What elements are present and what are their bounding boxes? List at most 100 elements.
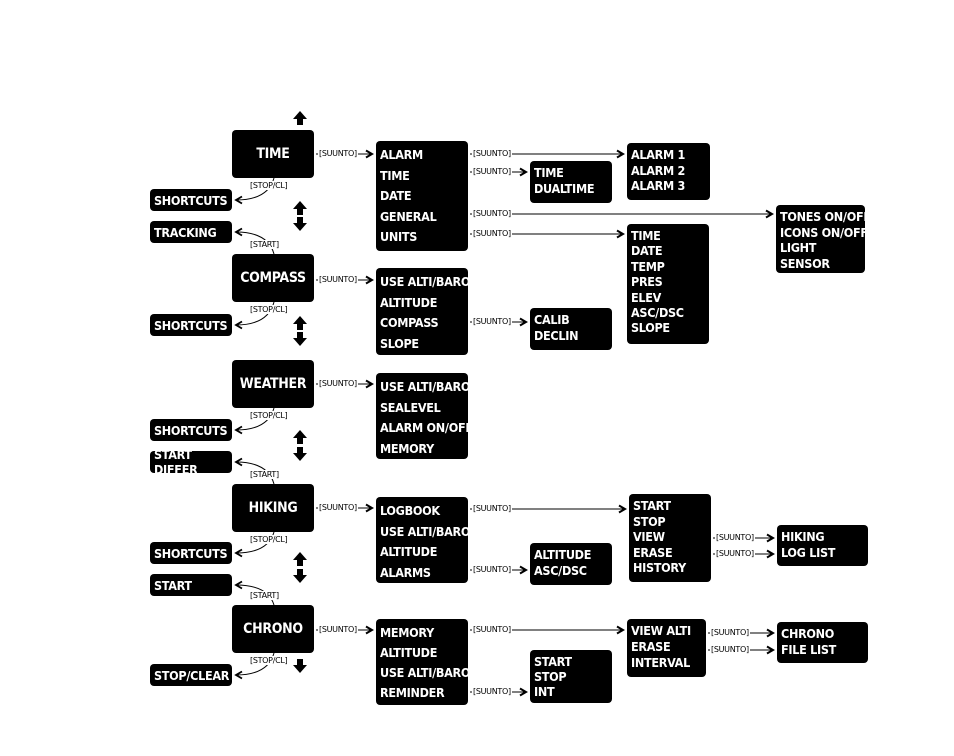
- box-item: SHORTCUTS: [154, 192, 228, 208]
- box-item: TIME: [380, 167, 410, 183]
- shortcuts-1-box: SHORTCUTS: [150, 189, 232, 211]
- compass-menu-box: USE ALTI/BARO ALTITUDE COMPASS SLOPE: [376, 268, 470, 355]
- connector-label: [STOP/CL]: [249, 181, 289, 190]
- down-arrow-icon: [293, 569, 307, 583]
- box-item: USE ALTI/BARO: [380, 523, 471, 539]
- connector-label: [SUUNTO]: [710, 645, 750, 654]
- start-differ-box: START DIFFER: [150, 447, 232, 477]
- box-item: ERASE: [631, 639, 671, 654]
- connector-label: [SUUNTO]: [472, 167, 512, 176]
- connector-label: [START]: [249, 591, 280, 600]
- connector-label: [STOP/CL]: [249, 535, 289, 544]
- box-item: START DIFFER: [154, 447, 198, 477]
- time-menu-box: ALARM TIME DATE GENERAL UNITS: [376, 141, 468, 251]
- connector-label: [SUUNTO]: [472, 317, 512, 326]
- box-item: START: [633, 498, 671, 513]
- connector-label: [SUUNTO]: [318, 503, 358, 512]
- box-item: TEMP: [631, 258, 665, 274]
- box-item: ALARM 2: [631, 162, 686, 178]
- reminder-box: START STOP INT: [530, 650, 612, 703]
- box-item: ALARM 3: [631, 178, 686, 193]
- up-arrow-icon: [293, 111, 307, 125]
- box-item: VIEW ALTI: [631, 623, 691, 638]
- box-item: GENERAL: [380, 208, 437, 224]
- shortcuts-2-box: SHORTCUTS: [150, 314, 232, 336]
- box-item: SHORTCUTS: [154, 317, 228, 333]
- box-item: ALTITUDE: [534, 547, 592, 562]
- hiking-box: HIKING: [232, 484, 314, 532]
- box-item: TRACKING: [154, 224, 217, 240]
- shortcuts-3-box: SHORTCUTS: [150, 419, 232, 441]
- start-box: START: [150, 574, 232, 596]
- box-item: ASC/DSC: [534, 563, 587, 578]
- memory-box: VIEW ALTI ERASE INTERVAL: [627, 619, 706, 677]
- down-arrow-icon: [293, 447, 307, 461]
- tracking-box: TRACKING: [150, 221, 232, 243]
- box-item: SEALEVEL: [380, 399, 441, 415]
- compass-box: COMPASS: [232, 254, 314, 302]
- time-box: TIME: [232, 130, 314, 178]
- up-arrow-icon: [293, 316, 307, 330]
- down-arrow-icon: [293, 217, 307, 231]
- box-item: VIEW: [633, 529, 665, 544]
- box-item: ALTITUDE: [380, 294, 438, 310]
- connector-label: [SUUNTO]: [710, 628, 750, 637]
- connector-label: [SUUNTO]: [472, 504, 512, 513]
- box-item: ALARM 1: [631, 147, 686, 162]
- box-item: PRES: [631, 274, 663, 290]
- box-item: STOP: [633, 513, 666, 529]
- chrono-box: CHRONO: [232, 605, 314, 653]
- chrono-menu-box: MEMORY ALTITUDE USE ALTI/BARO REMINDER: [376, 619, 471, 705]
- box-item: TIME: [534, 165, 564, 180]
- shortcuts-4-box: SHORTCUTS: [150, 542, 232, 564]
- box-item: TIME: [631, 228, 661, 243]
- box-item: ICONS ON/OFF: [780, 224, 868, 240]
- box-item: ALARM: [380, 147, 423, 162]
- connector-label: [STOP/CL]: [249, 656, 289, 665]
- box-item: TONES ON/OFF: [780, 209, 871, 224]
- connector-label: [SUUNTO]: [318, 149, 358, 158]
- box-item: CALIB: [534, 312, 570, 327]
- connector-label: [START]: [249, 240, 280, 249]
- box-item: INT: [534, 684, 555, 699]
- box-item: COMPASS: [380, 315, 439, 330]
- hiking-menu-box: LOGBOOK USE ALTI/BARO ALTITUDE ALARMS: [376, 497, 471, 583]
- box-item: INTERVAL: [631, 655, 690, 670]
- box-item: DUALTIME: [534, 181, 595, 196]
- box-item: UNITS: [380, 229, 417, 244]
- box-item: CHRONO: [243, 621, 303, 637]
- box-item: ELEV: [631, 289, 662, 305]
- down-arrow-icon: [293, 659, 307, 673]
- box-item: MEMORY: [380, 625, 434, 640]
- box-item: ALARMS: [380, 564, 431, 580]
- alarms-box: ALARM 1 ALARM 2 ALARM 3: [627, 143, 710, 200]
- connector-label: [SUUNTO]: [472, 565, 512, 574]
- weather-box: WEATHER: [232, 360, 314, 408]
- calib-box: CALIB DECLIN: [530, 308, 612, 350]
- box-item: WEATHER: [239, 376, 307, 392]
- box-item: HIKING: [248, 500, 298, 516]
- box-item: DATE: [631, 243, 663, 259]
- box-item: MEMORY: [380, 440, 434, 456]
- box-item: USE ALTI/BARO: [380, 379, 471, 394]
- box-item: DATE: [380, 188, 412, 203]
- connector-label: [SUUNTO]: [472, 209, 512, 218]
- box-item: USE ALTI/BARO: [380, 665, 471, 680]
- chrono-file-list-box: CHRONO FILE LIST: [777, 622, 868, 663]
- box-item: START: [534, 654, 572, 669]
- weather-menu-box: USE ALTI/BARO SEALEVEL ALARM ON/OFF MEMORY: [376, 373, 473, 459]
- box-item: SENSOR: [780, 255, 830, 271]
- hiking-alarms-box: ALTITUDE ASC/DSC: [530, 543, 612, 585]
- connector-label: [SUUNTO]: [318, 625, 358, 634]
- connector-label: [SUUNTO]: [318, 379, 358, 388]
- connector-label: [SUUNTO]: [472, 229, 512, 238]
- box-item: SLOPE: [380, 335, 419, 351]
- box-item: STOP: [534, 669, 567, 684]
- box-item: DECLIN: [534, 328, 579, 343]
- box-item: LIGHT: [780, 240, 817, 255]
- box-item: REMINDER: [380, 685, 445, 700]
- connector-label: [STOP/CL]: [249, 411, 289, 420]
- general-box: TONES ON/OFF ICONS ON/OFF LIGHT SENSOR: [776, 205, 871, 273]
- box-item: SHORTCUTS: [154, 545, 228, 561]
- box-item: ASC/DSC: [631, 305, 684, 321]
